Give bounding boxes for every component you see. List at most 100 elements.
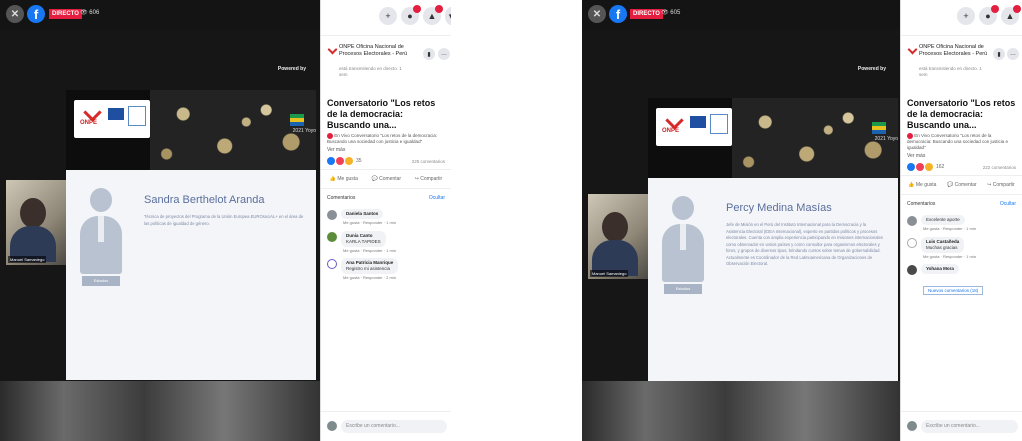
video-bottom-band (582, 381, 900, 441)
live-badge: DIRECTO (630, 9, 663, 19)
save-icon[interactable]: ▮ (993, 48, 1005, 60)
comment-meta[interactable]: Me gusta · Responder · 1 min (921, 253, 1016, 260)
comment-label: Comentar (954, 182, 977, 189)
comment-bubble: Yohana Mora (921, 264, 959, 275)
comment-meta[interactable]: Me gusta · Responder · 2 min (341, 274, 445, 281)
post-actions: 👍 Me gusta 💬 Comentar ↪ Compartir (321, 170, 451, 190)
speaker-bio: Jefe de Misión en el Perú del Instituto … (726, 222, 883, 266)
comment-meta[interactable]: Me gusta · Responder · 1 min (341, 247, 445, 254)
share-button[interactable]: ↪ Compartir (415, 176, 443, 182)
more-options-icon[interactable]: … (1007, 48, 1019, 60)
comment-meta[interactable]: Me gusta · Responder · 1 min (921, 225, 1016, 232)
notification-dot (991, 5, 999, 13)
comment-item: Excelente aporte Me gusta · Responder · … (901, 213, 1022, 235)
notification-dot (435, 5, 443, 13)
reaction-icons[interactable]: 35 (327, 157, 362, 166)
comment-composer: Escribe un comentario... (321, 411, 451, 441)
banner-crowd-graphic (732, 98, 898, 178)
create-icon[interactable]: + (957, 7, 975, 25)
save-icon[interactable]: ▮ (423, 48, 435, 60)
comment-input[interactable]: Escribe un comentario... (921, 420, 1018, 433)
commenter-avatar[interactable] (327, 259, 337, 270)
close-icon[interactable]: ✕ (6, 5, 24, 23)
page-header: ONPE Oficina Nacional de Procesos Electo… (901, 36, 1022, 98)
post-side-panel: + ● ▲ ▾ ONPE Oficina Nacional de Proceso… (320, 0, 451, 441)
page-name[interactable]: ONPE Oficina Nacional de Procesos Electo… (339, 44, 419, 58)
facebook-logo-icon[interactable]: f (27, 5, 45, 23)
comment-input[interactable]: Escribe un comentario... (341, 420, 447, 433)
commenter-avatar[interactable] (907, 265, 917, 276)
new-comments-button[interactable]: Nuevos comentarios (18) (923, 286, 984, 296)
powered-by-label: Powered by (857, 66, 886, 72)
screenshot-right: ✕ f DIRECTO 👁 605 Powered by ONPE 2021 Y… (582, 0, 1022, 441)
page-avatar-icon[interactable] (907, 46, 917, 58)
post-title: Conversatorio "Los retos de la democraci… (907, 98, 1016, 130)
commenter-avatar[interactable] (907, 238, 917, 249)
webcam-name-label: Manuel Samaniego (8, 256, 47, 263)
partner-logo (128, 106, 146, 126)
hide-comments-link[interactable]: Ocultar (429, 195, 445, 201)
commenter-avatar[interactable] (327, 210, 337, 221)
messenger-icon[interactable]: ● (401, 5, 421, 25)
share-button[interactable]: ↪ Compartir (987, 182, 1015, 188)
account-menu-icon[interactable]: ▾ (445, 7, 451, 25)
messenger-icon[interactable]: ● (979, 5, 999, 25)
comment-button[interactable]: 💬 Comentar (947, 182, 977, 188)
page-header: ONPE Oficina Nacional de Procesos Electo… (321, 36, 451, 98)
banner-side-text: 2021 Yoyo (874, 136, 898, 142)
speaker-slide: Estados Sandra Berthelot Aranda Técnica … (66, 170, 316, 380)
comment-meta[interactable]: Me gusta · Responder · 1 min (341, 219, 445, 226)
comment-bubble: Ana Patricia Manrique Registro mi asisten… (341, 258, 399, 275)
page-subtitle: está transmitiendo en directo. 1 sem (919, 66, 982, 77)
like-label: Me gusta (915, 182, 937, 189)
reaction-icons[interactable]: 162 (907, 163, 944, 172)
like-button[interactable]: 👍 Me gusta (330, 176, 358, 182)
webcam-thumbnail[interactable]: Manuel Samaniego (588, 194, 648, 279)
comments-header: Comentarios Ocultar (321, 189, 451, 207)
commenter-avatar[interactable] (327, 232, 337, 243)
facebook-logo-icon[interactable]: f (609, 5, 627, 23)
reaction-count: 35 (356, 158, 362, 165)
video-topbar: ✕ f DIRECTO 👁 605 (582, 0, 900, 30)
reactions-bar: 162 222 comentarios (901, 159, 1022, 177)
more-options-icon[interactable]: … (438, 48, 450, 60)
close-icon[interactable]: ✕ (588, 5, 606, 23)
like-button[interactable]: 👍 Me gusta (908, 182, 936, 188)
notification-dot (1013, 5, 1021, 13)
page-name[interactable]: ONPE Oficina Nacional de Procesos Electo… (919, 44, 999, 58)
post-actions: 👍 Me gusta 💬 Comentar ↪ Compartir (901, 176, 1022, 196)
comment-bubble: Daniela Santos (341, 209, 384, 220)
avatar-badge: Estados (664, 284, 702, 294)
like-label: Me gusta (337, 176, 358, 183)
speaker-avatar: Estados (660, 196, 706, 296)
comment-text: KARLA TAPIDES (346, 239, 381, 245)
comment-count[interactable]: 222 comentarios (983, 165, 1016, 170)
comment-button[interactable]: 💬 Comentar (372, 176, 402, 182)
comment-item: Luis Castañeda Muchas gracias Me gusta · … (901, 235, 1022, 262)
user-avatar (907, 421, 917, 431)
comment-bubble: Excelente aporte (921, 215, 965, 226)
comments-title: Comentarios (907, 201, 936, 208)
video-area: ✕ f DIRECTO 👁 605 Powered by ONPE 2021 Y… (582, 0, 900, 441)
webcam-thumbnail[interactable]: Manuel Samaniego (6, 180, 66, 265)
love-reaction-icon (916, 163, 924, 172)
create-icon[interactable]: + (379, 7, 397, 25)
commenter-name[interactable]: Yohana Mora (926, 266, 954, 272)
comment-bubble: Luis Castañeda Muchas gracias (921, 237, 965, 254)
post-description-text: En Vivo Conversatorio "Los retos de la d… (907, 133, 1009, 151)
banner-crowd-graphic (150, 90, 316, 170)
hide-comments-link[interactable]: Ocultar (1000, 201, 1016, 207)
like-reaction-icon (327, 157, 335, 166)
commenter-avatar[interactable] (907, 216, 917, 227)
event-banner: ONPE 2021 Yoyo (648, 98, 898, 178)
event-banner: ONPE 2021 Yoyo (66, 90, 316, 170)
bicentenario-logo (872, 122, 886, 134)
commenter-name[interactable]: Daniela Santos (346, 211, 378, 217)
speaker-bio: Técnica de proyectos del Programa de la … (144, 214, 304, 226)
notifications-icon[interactable]: ▲ (1001, 5, 1021, 25)
speaker-slide: Estados Percy Medina Masías Jefe de Misi… (648, 178, 898, 390)
notifications-icon[interactable]: ▲ (423, 5, 443, 25)
comment-count[interactable]: 225 comentarios (412, 159, 445, 164)
banner-side-text: 2021 Yoyo (292, 128, 316, 134)
page-avatar-icon[interactable] (327, 46, 337, 58)
